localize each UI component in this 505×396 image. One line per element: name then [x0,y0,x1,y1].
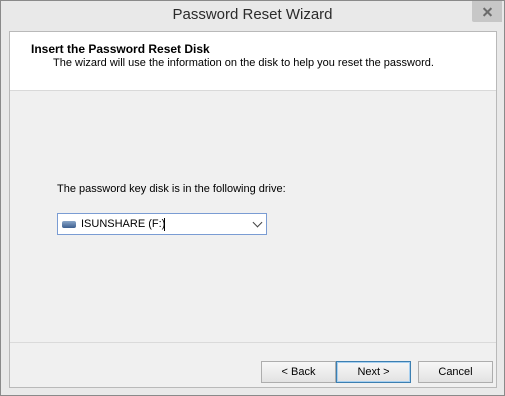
next-button[interactable]: Next > [336,361,411,383]
step-title: Insert the Password Reset Disk [31,42,210,56]
close-icon[interactable] [472,1,502,22]
footer-divider [10,342,496,343]
drive-select-value: ISUNSHARE (F:) [81,218,166,230]
chevron-down-icon[interactable] [252,217,263,228]
back-button[interactable]: < Back [261,361,336,383]
wizard-content: Insert the Password Reset Disk The wizar… [9,31,497,388]
step-description: The wizard will use the information on t… [53,57,434,69]
text-caret [164,218,165,231]
cancel-button[interactable]: Cancel [418,361,493,383]
wizard-header: Insert the Password Reset Disk The wizar… [10,32,496,91]
drive-select[interactable]: ISUNSHARE (F:) [57,213,267,235]
wizard-window: Password Reset Wizard Insert the Passwor… [0,0,505,396]
title-bar[interactable]: Password Reset Wizard [1,1,504,31]
usb-drive-icon [62,221,76,228]
drive-prompt-label: The password key disk is in the followin… [57,183,286,195]
window-title: Password Reset Wizard [172,6,333,23]
